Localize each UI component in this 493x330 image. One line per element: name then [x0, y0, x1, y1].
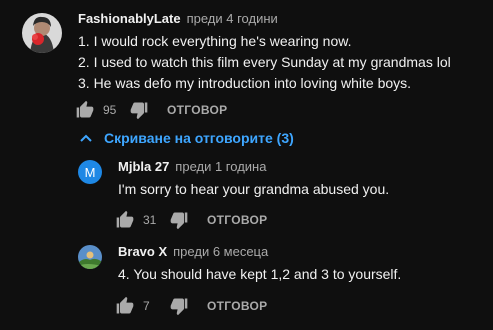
reply-time[interactable]: преди 1 година [175, 159, 266, 174]
dislike-icon[interactable] [169, 296, 189, 316]
like-count: 95 [103, 103, 117, 117]
like-count: 7 [143, 299, 150, 313]
hide-replies-button[interactable]: Скриване на отговорите (3) [80, 128, 294, 148]
comment-actions: 95 ОТГОВОР [75, 100, 227, 120]
reply-button[interactable]: ОТГОВОР [207, 213, 267, 227]
reply-actions: 31 ОТГОВОР [115, 210, 267, 230]
reply-author[interactable]: Mjbla 27 [118, 159, 169, 174]
reply-time[interactable]: преди 6 месеца [173, 244, 268, 259]
dislike-icon[interactable] [169, 210, 189, 230]
reply-text: 4. You should have kept 1,2 and 3 to you… [118, 266, 402, 282]
reply-actions: 7 ОТГОВОР [115, 296, 267, 316]
comment-time[interactable]: преди 4 години [187, 11, 278, 26]
reply-header: Bravo X преди 6 месеца [118, 243, 268, 261]
comment-line: 3. He was defo my introduction into lovi… [78, 75, 412, 91]
like-count: 31 [143, 213, 157, 227]
reply-header: Mjbla 27 преди 1 година [118, 158, 266, 176]
reply-button[interactable]: ОТГОВОР [207, 299, 267, 313]
reply-text: I'm sorry to hear your grandma abused yo… [118, 181, 390, 197]
like-icon[interactable] [115, 210, 135, 230]
dislike-icon[interactable] [129, 100, 149, 120]
reply-avatar[interactable] [78, 245, 102, 269]
like-icon[interactable] [115, 296, 135, 316]
reply-button[interactable]: ОТГОВОР [167, 103, 227, 117]
comment-header: FashionablyLate преди 4 години [78, 10, 278, 28]
avatar-letter: M [84, 164, 96, 180]
user-photo [78, 245, 102, 269]
avatar[interactable] [22, 13, 62, 53]
like-icon[interactable] [75, 100, 95, 120]
hide-replies-label: Скриване на отговорите (3) [104, 130, 294, 146]
comment-body: 1. I would rock everything he's wearing … [78, 31, 451, 94]
comment-line: 1. I would rock everything he's wearing … [78, 33, 352, 49]
chevron-up-icon [80, 134, 92, 142]
comment-line: 2. I used to watch this film every Sunda… [78, 54, 451, 70]
comment-author[interactable]: FashionablyLate [78, 11, 181, 26]
reply-author[interactable]: Bravo X [118, 244, 167, 259]
user-photo [22, 13, 62, 53]
reply-avatar[interactable]: M [78, 160, 102, 184]
